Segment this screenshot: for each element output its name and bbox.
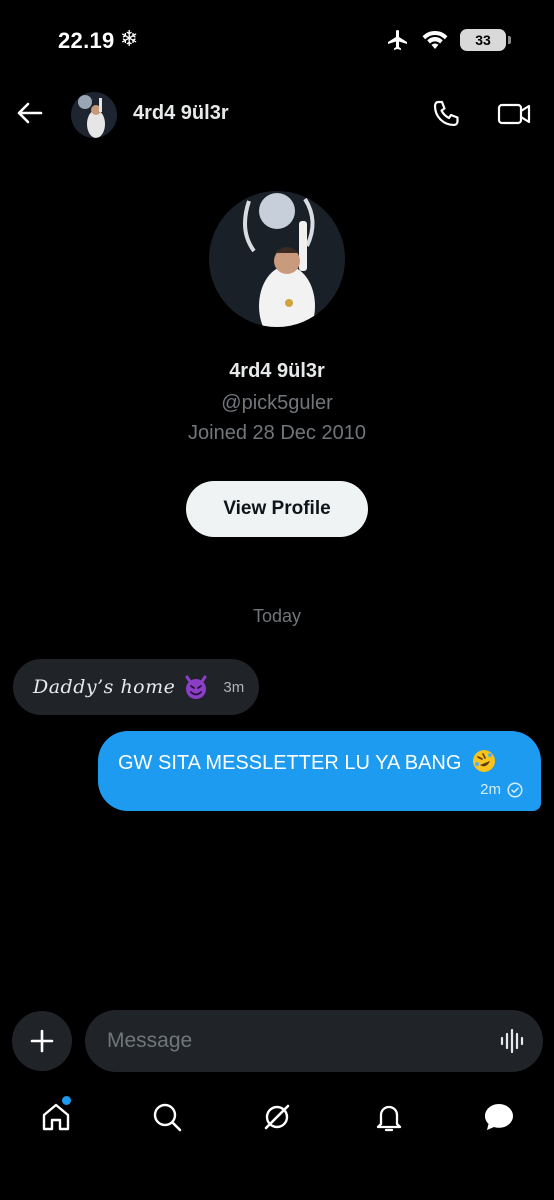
status-bar: 22.19 ❄ 33 bbox=[0, 0, 554, 80]
phone-icon[interactable] bbox=[430, 98, 462, 130]
profile-handle: @pick5guler bbox=[221, 392, 333, 414]
message-time: 2m bbox=[480, 781, 501, 798]
search-icon[interactable] bbox=[150, 1100, 184, 1134]
message-text-wrap: GW SITA MESSLETTER LU YA BANG bbox=[118, 748, 497, 775]
video-camera-icon[interactable] bbox=[496, 98, 532, 130]
snowflake-icon: ❄ bbox=[120, 26, 139, 51]
airplane-icon bbox=[388, 30, 407, 50]
avatar[interactable] bbox=[71, 92, 117, 138]
message-input[interactable]: Message bbox=[85, 1010, 543, 1072]
plus-icon bbox=[30, 1029, 54, 1053]
battery-icon: 33 bbox=[460, 29, 511, 51]
message-meta: 2m bbox=[480, 781, 523, 798]
day-separator: Today bbox=[252, 606, 302, 626]
add-attachment-button[interactable] bbox=[12, 1011, 72, 1071]
notifications-icon[interactable] bbox=[372, 1100, 406, 1134]
incoming-message[interactable]: Daddy’s home 3m bbox=[13, 659, 259, 715]
chat-header: 4rd4 9ül3r bbox=[0, 90, 554, 140]
profile-joined-date: Joined 28 Dec 2010 bbox=[188, 422, 366, 444]
message-text: Daddy’s home bbox=[33, 676, 176, 698]
grok-icon[interactable] bbox=[260, 1100, 294, 1134]
view-profile-button[interactable]: View Profile bbox=[186, 481, 368, 537]
profile-avatar[interactable] bbox=[209, 191, 345, 327]
home-notification-dot bbox=[62, 1096, 71, 1105]
status-time: 22.19 bbox=[58, 28, 115, 53]
sent-check-icon bbox=[507, 781, 523, 798]
profile-name: 4rd4 9ül3r bbox=[229, 360, 325, 382]
status-icons: 33 bbox=[386, 28, 511, 52]
smiling-devil-emoji bbox=[185, 675, 207, 699]
header-name[interactable]: 4rd4 9ül3r bbox=[133, 102, 229, 125]
outgoing-message[interactable]: GW SITA MESSLETTER LU YA BANG 2m bbox=[98, 731, 541, 811]
wifi-icon bbox=[422, 31, 448, 49]
messages-icon[interactable] bbox=[482, 1100, 516, 1134]
bottom-navigation bbox=[0, 1088, 554, 1148]
home-icon[interactable] bbox=[39, 1100, 73, 1134]
message-placeholder: Message bbox=[107, 1029, 193, 1052]
message-time: 3m bbox=[223, 678, 245, 696]
voice-waveform-icon[interactable] bbox=[499, 1027, 527, 1055]
message-text: GW SITA MESSLETTER LU YA BANG bbox=[118, 752, 462, 774]
back-arrow-icon[interactable] bbox=[14, 98, 44, 128]
rofl-emoji bbox=[472, 750, 495, 772]
